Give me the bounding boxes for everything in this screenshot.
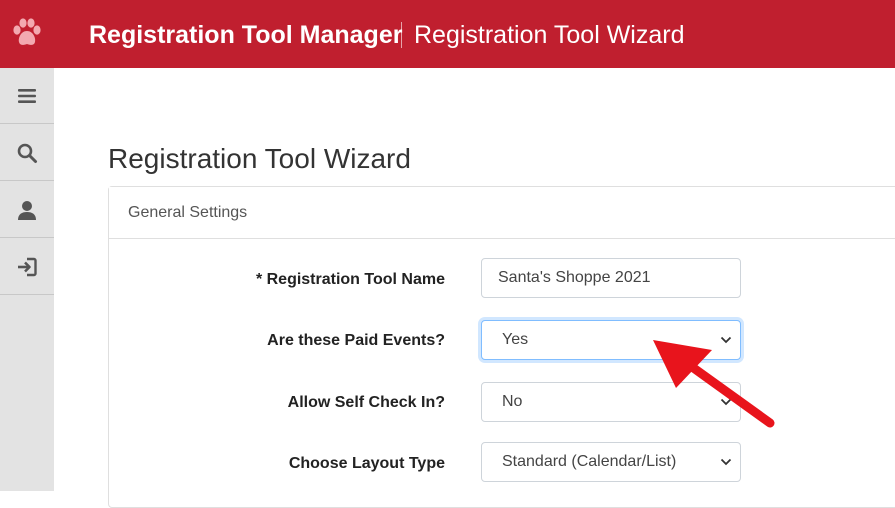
layout-type-label: Choose Layout Type [288, 455, 445, 472]
card-header: General Settings [109, 187, 895, 239]
sidebar-menu-button[interactable] [0, 68, 54, 124]
paid-events-value: Yes [502, 331, 529, 348]
card-header-label: General Settings [128, 204, 248, 221]
paid-events-label: Are these Paid Events? [267, 332, 445, 349]
registration-tool-name-label: * Registration Tool Name [255, 271, 445, 288]
red-arrow-annotation [653, 340, 775, 428]
registration-tool-name-input[interactable]: Santa's Shoppe 2021 [481, 258, 741, 298]
sidebar-logout-button[interactable] [0, 239, 54, 295]
layout-type-select[interactable]: Standard (Calendar/List) [481, 442, 741, 482]
registration-tool-name-value: Santa's Shoppe 2021 [498, 269, 651, 286]
user-icon [18, 200, 36, 220]
top-header-bar: Registration Tool Manager Registration T… [0, 0, 895, 68]
sidebar [0, 68, 54, 491]
self-check-in-label: Allow Self Check In? [287, 394, 445, 411]
sidebar-user-button[interactable] [0, 182, 54, 238]
menu-icon [18, 88, 36, 103]
logout-icon [18, 257, 37, 276]
self-check-in-value: No [502, 393, 523, 410]
paw-icon[interactable] [10, 16, 44, 50]
page-subtitle: Registration Tool Wizard [414, 21, 685, 49]
chevron-down-icon [720, 458, 732, 466]
sidebar-search-button[interactable] [0, 125, 54, 181]
search-icon [17, 143, 37, 163]
layout-type-value: Standard (Calendar/List) [502, 453, 677, 470]
app-title[interactable]: Registration Tool Manager [89, 19, 402, 51]
title-divider [401, 22, 402, 48]
page-title: Registration Tool Wizard [108, 143, 411, 174]
